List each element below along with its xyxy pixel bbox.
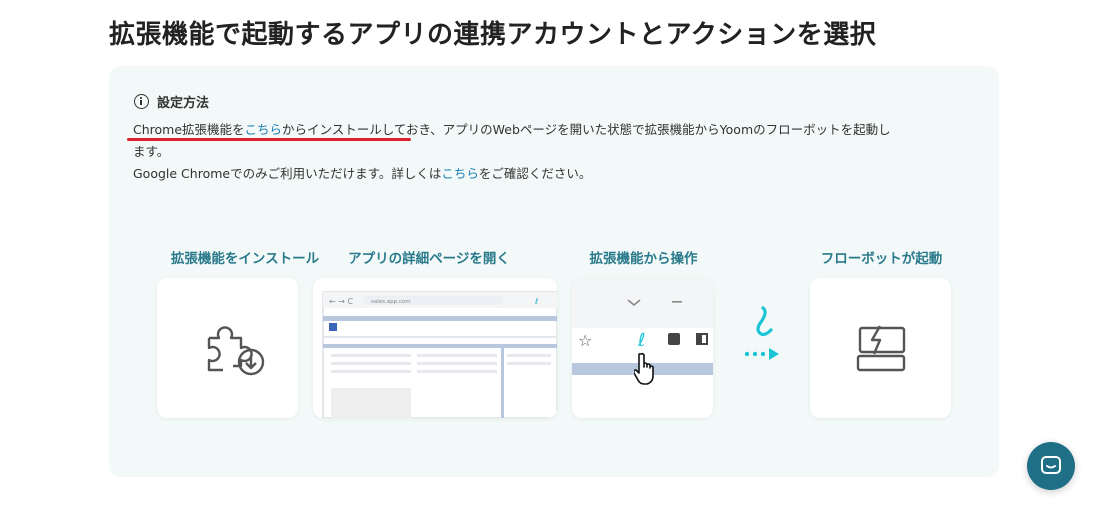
- description-line-1-cont: ます。: [133, 144, 170, 159]
- step-label-operate: 拡張機能から操作: [589, 251, 698, 267]
- browser-mock: ← → C sales.app.com ℓ: [313, 278, 557, 418]
- highlight-underline: [127, 138, 411, 141]
- app-page-card: ← → C sales.app.com ℓ: [313, 278, 557, 418]
- chat-icon: [1041, 456, 1061, 474]
- hand-cursor-icon: [634, 352, 654, 385]
- star-icon: ☆: [578, 331, 593, 350]
- description-text: Google Chromeでのみご利用いただけます。詳しくは: [133, 166, 442, 181]
- step-label-open-app: アプリの詳細ページを開く: [348, 251, 510, 267]
- address-bar-text: sales.app.com: [371, 299, 411, 305]
- details-link[interactable]: こちら: [441, 166, 479, 181]
- step-label-install: 拡張機能をインストール: [170, 251, 320, 267]
- description-text: からインストールしておき、アプリのWebページを開いた状態で拡張機能からYoom…: [282, 122, 891, 137]
- chat-button[interactable]: [1027, 442, 1075, 490]
- description-text: Chrome拡張機能を: [133, 122, 245, 137]
- flowbot-launch-icon: [856, 325, 906, 372]
- description-line-2: Google Chromeでのみご利用いただけます。詳しくはこちらをご確認くださ…: [133, 163, 983, 185]
- settings-heading: 設定方法: [134, 92, 209, 111]
- description-line-1: Chrome拡張機能をこちらからインストールしておき、アプリのWebページを開い…: [127, 119, 983, 141]
- svg-text:ℓ: ℓ: [534, 297, 538, 306]
- yoom-extension-icon[interactable]: ℓ: [638, 330, 645, 351]
- info-circle-icon: [134, 94, 149, 109]
- yoom-logo-icon: [743, 300, 783, 360]
- settings-heading-label: 設定方法: [157, 96, 210, 111]
- page-title: 拡張機能で起動するアプリの連携アカウントとアクションを選択: [109, 20, 877, 50]
- puzzle-download-icon: [207, 326, 265, 376]
- side-panel-icon[interactable]: [696, 333, 708, 345]
- step-label-flowbot: フローボットが起動: [820, 251, 943, 267]
- description-text: をご確認ください。: [478, 166, 592, 181]
- flowbot-card: [810, 278, 951, 418]
- extension-toolbar-card: ☆ ℓ: [572, 278, 713, 418]
- setup-description: Chrome拡張機能をこちらからインストールしておき、アプリのWebページを開い…: [127, 119, 983, 185]
- setup-instructions-panel: 設定方法 Chrome拡張機能をこちらからインストールしておき、アプリのWebペ…: [109, 66, 999, 477]
- install-extension-link[interactable]: こちら: [245, 122, 283, 137]
- puzzle-icon[interactable]: [668, 333, 680, 345]
- install-card: [157, 278, 298, 418]
- svg-text:← → C: ← → C: [329, 297, 353, 306]
